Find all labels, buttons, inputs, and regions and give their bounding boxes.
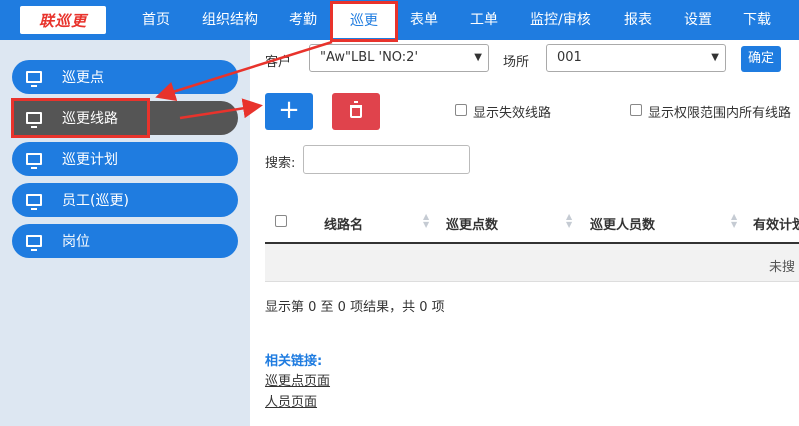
table-info: 显示第 0 至 0 项结果，共 0 项 [265, 300, 445, 315]
customer-select[interactable]: "Aw"LBL 'NO:2' ▼ [309, 44, 489, 72]
sidebar-item-label: 巡更计划 [62, 152, 118, 168]
select-all-checkbox[interactable] [275, 215, 287, 227]
show-all-checkbox[interactable] [630, 104, 642, 116]
site-label: 场所 [503, 55, 530, 70]
site-select-value: 001 [557, 50, 582, 65]
sort-icon[interactable]: ▲ ▼ [731, 213, 737, 229]
highlight-box-nav [330, 1, 398, 42]
table-empty-text: 未搜 [769, 260, 796, 275]
monitor-icon [26, 71, 42, 87]
site-select[interactable]: 001 ▼ [546, 44, 726, 72]
monitor-icon [26, 235, 42, 251]
link-patrol-points-page[interactable]: 巡更点页面 [265, 370, 330, 389]
search-input[interactable] [303, 145, 470, 174]
trash-icon [350, 101, 362, 118]
add-route-button[interactable]: + [265, 93, 313, 130]
sidebar-item-patrol-staff[interactable]: 员工(巡更) [12, 183, 238, 217]
column-staff-count[interactable]: 巡更人员数 [590, 214, 655, 233]
nav-monitor-audit[interactable]: 监控/审核 [530, 0, 591, 40]
nav-forms[interactable]: 表单 [410, 0, 438, 40]
related-links-title: 相关链接: [265, 354, 323, 369]
show-all-label: 显示权限范围内所有线路 [648, 106, 792, 121]
sort-icon[interactable]: ▲ ▼ [423, 213, 429, 229]
monitor-icon [26, 153, 42, 169]
nav-home[interactable]: 首页 [142, 0, 170, 40]
sidebar-item-patrol-plans[interactable]: 巡更计划 [12, 142, 238, 176]
nav-work-orders[interactable]: 工单 [470, 0, 498, 40]
highlight-box-sidebar [11, 98, 150, 138]
search-label: 搜索: [265, 156, 296, 171]
column-valid-plans[interactable]: 有效计划 [753, 214, 799, 233]
sidebar-item-label: 巡更点 [62, 70, 104, 86]
nav-settings[interactable]: 设置 [684, 0, 712, 40]
monitor-icon [26, 194, 42, 210]
chevron-down-icon: ▼ [474, 52, 482, 63]
customer-label: 客户 [265, 55, 292, 70]
confirm-button[interactable]: 确定 [741, 46, 781, 72]
nav-download[interactable]: 下载 [743, 0, 771, 40]
top-navbar: 联巡更 首页 组织结构 考勤 巡更 表单 工单 监控/审核 报表 设置 下载 [0, 0, 799, 40]
nav-attendance[interactable]: 考勤 [289, 0, 317, 40]
sort-icon[interactable]: ▲ ▼ [566, 213, 572, 229]
table-empty-row [265, 244, 799, 282]
column-route-name[interactable]: 线路名 [324, 214, 363, 233]
delete-route-button[interactable] [332, 93, 380, 130]
customer-select-value: "Aw"LBL 'NO:2' [320, 50, 419, 65]
sidebar-item-patrol-points[interactable]: 巡更点 [12, 60, 238, 94]
sidebar-item-posts[interactable]: 岗位 [12, 224, 238, 258]
show-invalid-checkbox[interactable] [455, 104, 467, 116]
column-point-count[interactable]: 巡更点数 [446, 214, 498, 233]
chevron-down-icon: ▼ [711, 52, 719, 63]
show-invalid-label: 显示失效线路 [473, 106, 552, 121]
nav-org-structure[interactable]: 组织结构 [202, 0, 258, 40]
sidebar-item-label: 员工(巡更) [62, 193, 129, 209]
nav-reports[interactable]: 报表 [624, 0, 652, 40]
app-logo[interactable]: 联巡更 [20, 6, 106, 34]
sidebar-item-label: 岗位 [62, 234, 90, 250]
link-staff-page[interactable]: 人员页面 [265, 391, 317, 410]
